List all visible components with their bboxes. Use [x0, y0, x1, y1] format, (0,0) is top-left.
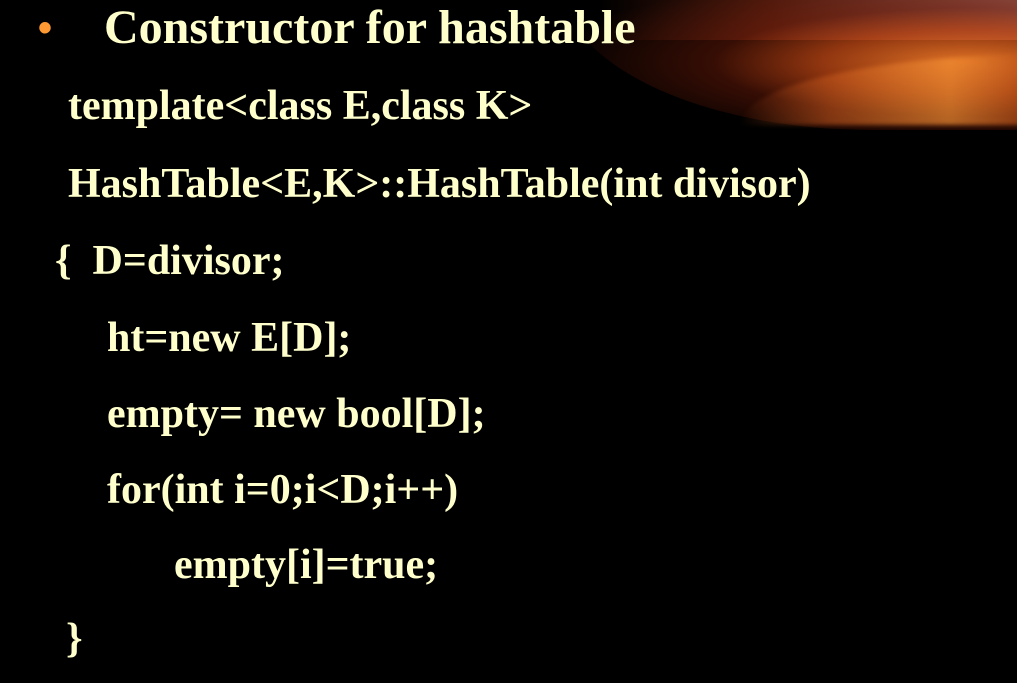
bullet-icon: •: [38, 6, 53, 50]
code-line-open-brace: { D=divisor;: [55, 238, 285, 284]
slide-title: Constructor for hashtable: [104, 1, 636, 54]
code-line-for-loop: for(int i=0;i<D;i++): [107, 467, 459, 513]
code-line-loop-body: empty[i]=true;: [174, 542, 439, 588]
title-row: • Constructor for hashtable: [38, 0, 636, 56]
code-line-template: template<class E,class K>: [68, 83, 533, 129]
code-line-close-brace: }: [66, 616, 83, 662]
code-line-signature: HashTable<E,K>::HashTable(int divisor): [68, 161, 811, 207]
slide: • Constructor for hashtable template<cla…: [0, 0, 1017, 683]
code-line-ht-alloc: ht=new E[D];: [107, 315, 352, 361]
code-line-empty-alloc: empty= new bool[D];: [107, 391, 486, 437]
